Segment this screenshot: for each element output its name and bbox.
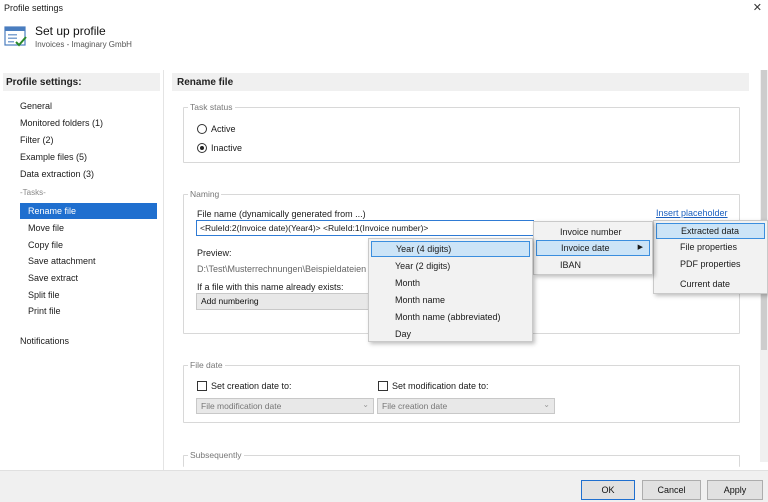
subsequently-label: Subsequently (188, 450, 244, 460)
extracted-data-menu: Invoice number Invoice date ▶ IBAN (533, 221, 653, 275)
tasks-separator: -Tasks- (20, 188, 46, 197)
menu-item-file-properties[interactable]: File properties (656, 239, 765, 255)
creation-date-select[interactable]: File modification date ⌄ (196, 398, 374, 414)
date-format-menu: Year (4 digits) Year (2 digits) Month Mo… (368, 238, 533, 342)
cancel-button[interactable]: Cancel (642, 480, 701, 500)
settings-nav-heading: Profile settings: (3, 73, 160, 91)
scrollbar-thumb[interactable] (761, 70, 767, 350)
active-radio[interactable] (197, 124, 207, 134)
menu-item-month[interactable]: Month (371, 275, 530, 291)
menu-item-day[interactable]: Day (371, 326, 530, 342)
task-status-label: Task status (188, 102, 235, 112)
nav-item-rename-file[interactable]: Rename file (20, 203, 157, 219)
nav-item-filter[interactable]: Filter (2) (20, 132, 54, 148)
section-heading: Rename file (172, 73, 749, 91)
chevron-down-icon: ⌄ (362, 400, 369, 409)
nav-item-print-file[interactable]: Print file (28, 303, 61, 319)
profile-title: Set up profile (35, 24, 106, 38)
nav-item-move-file[interactable]: Move file (28, 220, 64, 236)
nav-item-split-file[interactable]: Split file (28, 287, 60, 303)
file-date-group (183, 365, 740, 423)
placeholder-menu: Extracted data File properties PDF prope… (653, 220, 768, 294)
menu-item-iban[interactable]: IBAN (536, 257, 650, 273)
preview-value: D:\Test\Musterrechnungen\Beispieldateien (197, 264, 367, 274)
inactive-label: Inactive (211, 143, 243, 153)
menu-item-year-2[interactable]: Year (2 digits) (371, 258, 530, 274)
apply-button[interactable]: Apply (707, 480, 763, 500)
file-date-label: File date (188, 360, 225, 370)
menu-item-extracted-data[interactable]: Extracted data (656, 223, 765, 239)
chevron-right-icon: ▶ (637, 244, 643, 251)
window-title: Profile settings (4, 3, 64, 13)
window-titlebar: Profile settings ✕ (0, 0, 768, 16)
creation-date-label: Set creation date to: (211, 381, 292, 391)
modification-date-label: Set modification date to: (392, 381, 489, 391)
inactive-radio[interactable] (197, 143, 207, 153)
nav-item-notifications[interactable]: Notifications (20, 333, 69, 349)
file-exists-select[interactable]: Add numbering (196, 293, 376, 310)
menu-item-current-date[interactable]: Current date (656, 276, 765, 292)
preview-label: Preview: (197, 248, 232, 258)
task-status-group (183, 107, 740, 163)
menu-item-invoice-date[interactable]: Invoice date ▶ (536, 240, 650, 256)
nav-item-save-extract[interactable]: Save extract (28, 270, 78, 286)
file-exists-value: Add numbering (201, 296, 259, 306)
file-exists-label: If a file with this name already exists: (197, 282, 344, 292)
chevron-down-icon: ⌄ (543, 400, 550, 409)
menu-item-invoice-number[interactable]: Invoice number (536, 224, 650, 240)
modification-date-checkbox[interactable] (378, 381, 388, 391)
file-name-label: File name (dynamically generated from ..… (197, 209, 366, 219)
nav-item-general[interactable]: General (20, 98, 52, 114)
nav-item-save-attachment[interactable]: Save attachment (28, 253, 96, 269)
nav-item-example-files[interactable]: Example files (5) (20, 149, 87, 165)
insert-placeholder-link[interactable]: Insert placeholder (656, 208, 728, 218)
naming-label: Naming (188, 189, 222, 199)
modification-date-select[interactable]: File creation date ⌄ (377, 398, 555, 414)
profile-subtitle: Invoices - Imaginary GmbH (35, 40, 132, 49)
creation-date-value: File modification date (201, 401, 282, 411)
nav-item-copy-file[interactable]: Copy file (28, 237, 63, 253)
profile-icon (4, 25, 28, 49)
menu-item-month-name[interactable]: Month name (371, 292, 530, 308)
menu-item-pdf-properties[interactable]: PDF properties (656, 256, 765, 272)
modification-date-value: File creation date (382, 401, 448, 411)
ok-button[interactable]: OK (581, 480, 635, 500)
menu-item-year-4[interactable]: Year (4 digits) (371, 241, 530, 257)
close-icon[interactable]: ✕ (753, 1, 762, 14)
creation-date-checkbox[interactable] (197, 381, 207, 391)
active-label: Active (211, 124, 236, 134)
menu-item-month-name-abbr[interactable]: Month name (abbreviated) (371, 309, 530, 325)
file-name-input[interactable]: <RuleId:2(Invoice date)(Year4)> <RuleId:… (196, 220, 534, 236)
subsequently-group (183, 455, 740, 467)
nav-item-data-extraction[interactable]: Data extraction (3) (20, 166, 94, 182)
nav-item-monitored-folders[interactable]: Monitored folders (1) (20, 115, 103, 131)
